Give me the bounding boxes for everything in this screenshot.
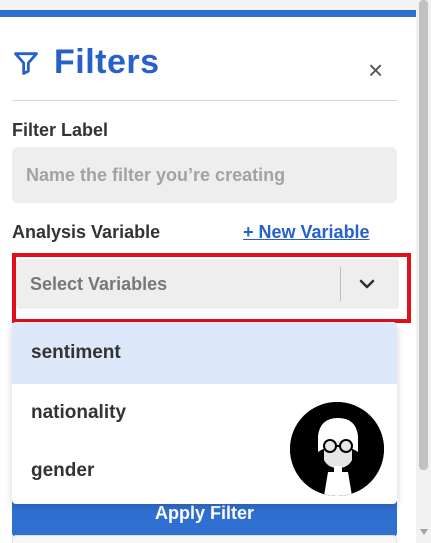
top-accent-bar <box>0 10 416 17</box>
filter-label-input[interactable] <box>12 147 397 203</box>
option-sentiment[interactable]: sentiment <box>12 322 397 384</box>
filter-icon <box>14 51 38 75</box>
chevron-down-icon[interactable] <box>358 275 376 293</box>
new-variable-link[interactable]: + New Variable <box>243 222 370 243</box>
select-placeholder: Select Variables <box>30 274 168 294</box>
avatar-illustration <box>290 402 384 496</box>
panel-header: Filters <box>12 43 160 82</box>
scrollbar-thumb[interactable] <box>419 0 428 470</box>
variable-select[interactable]: Select Variables <box>16 259 399 309</box>
filter-label-heading: Filter Label <box>12 120 109 140</box>
select-separator <box>340 267 341 301</box>
scrollbar[interactable] <box>416 0 431 543</box>
analysis-variable-heading: Analysis Variable <box>12 222 161 242</box>
divider <box>12 100 397 101</box>
top-strip <box>0 0 416 10</box>
close-icon[interactable]: × <box>368 57 383 83</box>
panel-title: Filters <box>54 43 160 81</box>
bottom-card <box>12 535 397 543</box>
avatar[interactable] <box>290 402 384 496</box>
scroll-down-icon[interactable] <box>420 529 428 535</box>
